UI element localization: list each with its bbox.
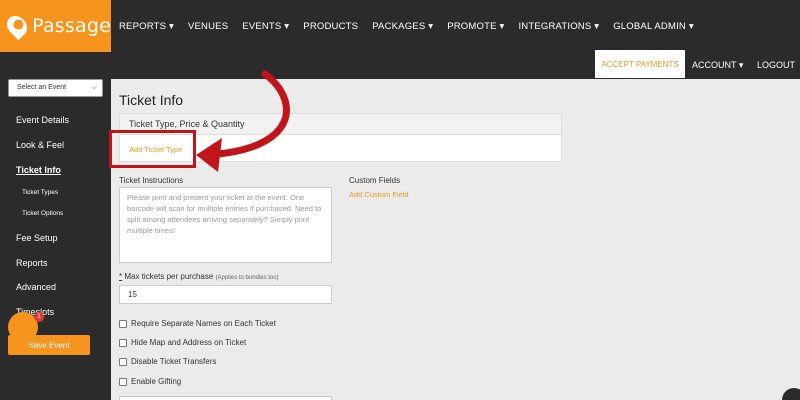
checkbox-label: Hide Map and Address on Ticket xyxy=(131,338,247,347)
required-marker: * xyxy=(119,272,123,281)
nav-reports[interactable]: REPORTS ▾ xyxy=(119,21,174,32)
add-custom-field-link[interactable]: Add Custom Field xyxy=(349,190,409,199)
chevron-down-icon: ⌵ xyxy=(91,84,97,91)
checkbox-label: Require Separate Names on Each Ticket xyxy=(131,319,276,328)
nav-events[interactable]: EVENTS ▾ xyxy=(242,21,289,32)
page-title: Ticket Info xyxy=(119,92,184,108)
checkbox-row-hide-map[interactable]: Hide Map and Address on Ticket xyxy=(119,338,246,347)
nav-products[interactable]: PRODUCTS xyxy=(303,21,358,32)
nav-venues[interactable]: VENUES xyxy=(188,21,228,32)
accept-payments-button[interactable]: ACCEPT PAYMENTS xyxy=(595,50,685,78)
checkbox-row-disable-transfers[interactable]: Disable Ticket Transfers xyxy=(119,357,216,366)
checkbox-row-enable-gifting[interactable]: Enable Gifting xyxy=(119,377,181,386)
highlight-box xyxy=(109,130,196,168)
sidebar-item-event-details[interactable]: Event Details xyxy=(16,115,69,125)
checkbox-row-separate-names[interactable]: Require Separate Names on Each Ticket xyxy=(119,319,276,328)
sidebar-item-reports[interactable]: Reports xyxy=(16,258,48,268)
event-select-value: Select an Event xyxy=(17,84,67,91)
event-select[interactable]: Select an Event ⌵ xyxy=(8,79,103,97)
location-pin-icon xyxy=(2,11,32,41)
sidebar-item-fee-setup[interactable]: Fee Setup xyxy=(16,233,58,243)
partial-field[interactable] xyxy=(119,396,332,400)
checkbox-label: Disable Ticket Transfers xyxy=(131,357,217,366)
checkbox[interactable] xyxy=(119,377,127,386)
account-menu[interactable]: ACCOUNT ▾ xyxy=(692,52,743,78)
ticket-instructions-textarea[interactable]: Please print and present your ticket at … xyxy=(119,187,332,263)
custom-fields-label: Custom Fields xyxy=(349,176,401,185)
chat-badge: 1 xyxy=(34,312,44,322)
sidebar-item-advanced[interactable]: Advanced xyxy=(16,282,56,292)
nav-promote[interactable]: PROMOTE ▾ xyxy=(447,21,504,32)
max-tickets-label-text: Max tickets per purchase xyxy=(124,272,214,281)
max-tickets-input[interactable]: 15 xyxy=(119,285,332,304)
help-chat-icon[interactable] xyxy=(782,388,800,400)
nav-packages[interactable]: PACKAGES ▾ xyxy=(372,21,433,32)
main-nav: REPORTS ▾ VENUES EVENTS ▾ PRODUCTS PACKA… xyxy=(119,0,708,52)
top-navbar: Passage REPORTS ▾ VENUES EVENTS ▾ PRODUC… xyxy=(0,0,800,52)
brand-name: Passage xyxy=(32,15,111,37)
ticket-instructions-label: Ticket Instructions xyxy=(119,176,184,185)
checkbox[interactable] xyxy=(119,319,127,328)
checkbox[interactable] xyxy=(119,338,127,347)
passage-logo[interactable]: Passage xyxy=(0,0,111,52)
sidebar-item-look-feel[interactable]: Look & Feel xyxy=(16,140,64,150)
max-tickets-label: * Max tickets per purchase (Applies to b… xyxy=(119,272,279,281)
logout-link[interactable]: LOGOUT xyxy=(757,52,795,78)
sidebar-subitem-ticket-types[interactable]: Ticket Types xyxy=(22,189,58,196)
nav-global-admin[interactable]: GLOBAL ADMIN ▾ xyxy=(613,21,694,32)
sidebar-subitem-ticket-options[interactable]: Ticket Options xyxy=(22,210,63,217)
checkbox[interactable] xyxy=(119,357,127,366)
sidebar-item-ticket-info[interactable]: Ticket Info xyxy=(16,165,61,175)
nav-integrations[interactable]: INTEGRATIONS ▾ xyxy=(518,21,599,32)
checkbox-label: Enable Gifting xyxy=(131,377,182,386)
max-tickets-note: (Applies to bundles too) xyxy=(215,275,279,281)
sidebar: Select an Event ⌵ Event Details Look & F… xyxy=(0,79,111,400)
